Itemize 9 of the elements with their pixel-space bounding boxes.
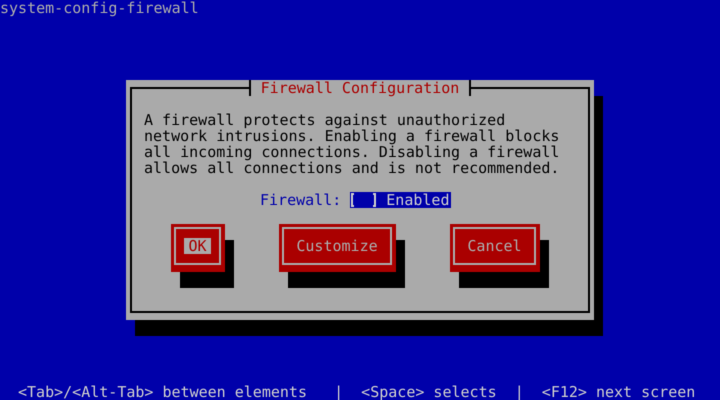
dialog-title: Firewall Configuration — [248, 80, 472, 96]
checkbox[interactable]: Enabled — [350, 192, 450, 208]
checkbox-mark-icon — [350, 193, 378, 207]
dialog-message: A firewall protects against unauthorized network intrusions. Enabling a firewall blocks all incoming connections. Disabling a firewall allows all connections and is not recommended. — [144, 112, 560, 176]
dialog-button[interactable]: OK — [171, 224, 225, 272]
dialog-button[interactable]: Cancel — [450, 224, 540, 272]
screen-title: system-config-firewall — [0, 0, 199, 16]
dialog-button[interactable]: Customize — [279, 224, 396, 272]
field-label: Firewall: — [260, 192, 342, 208]
